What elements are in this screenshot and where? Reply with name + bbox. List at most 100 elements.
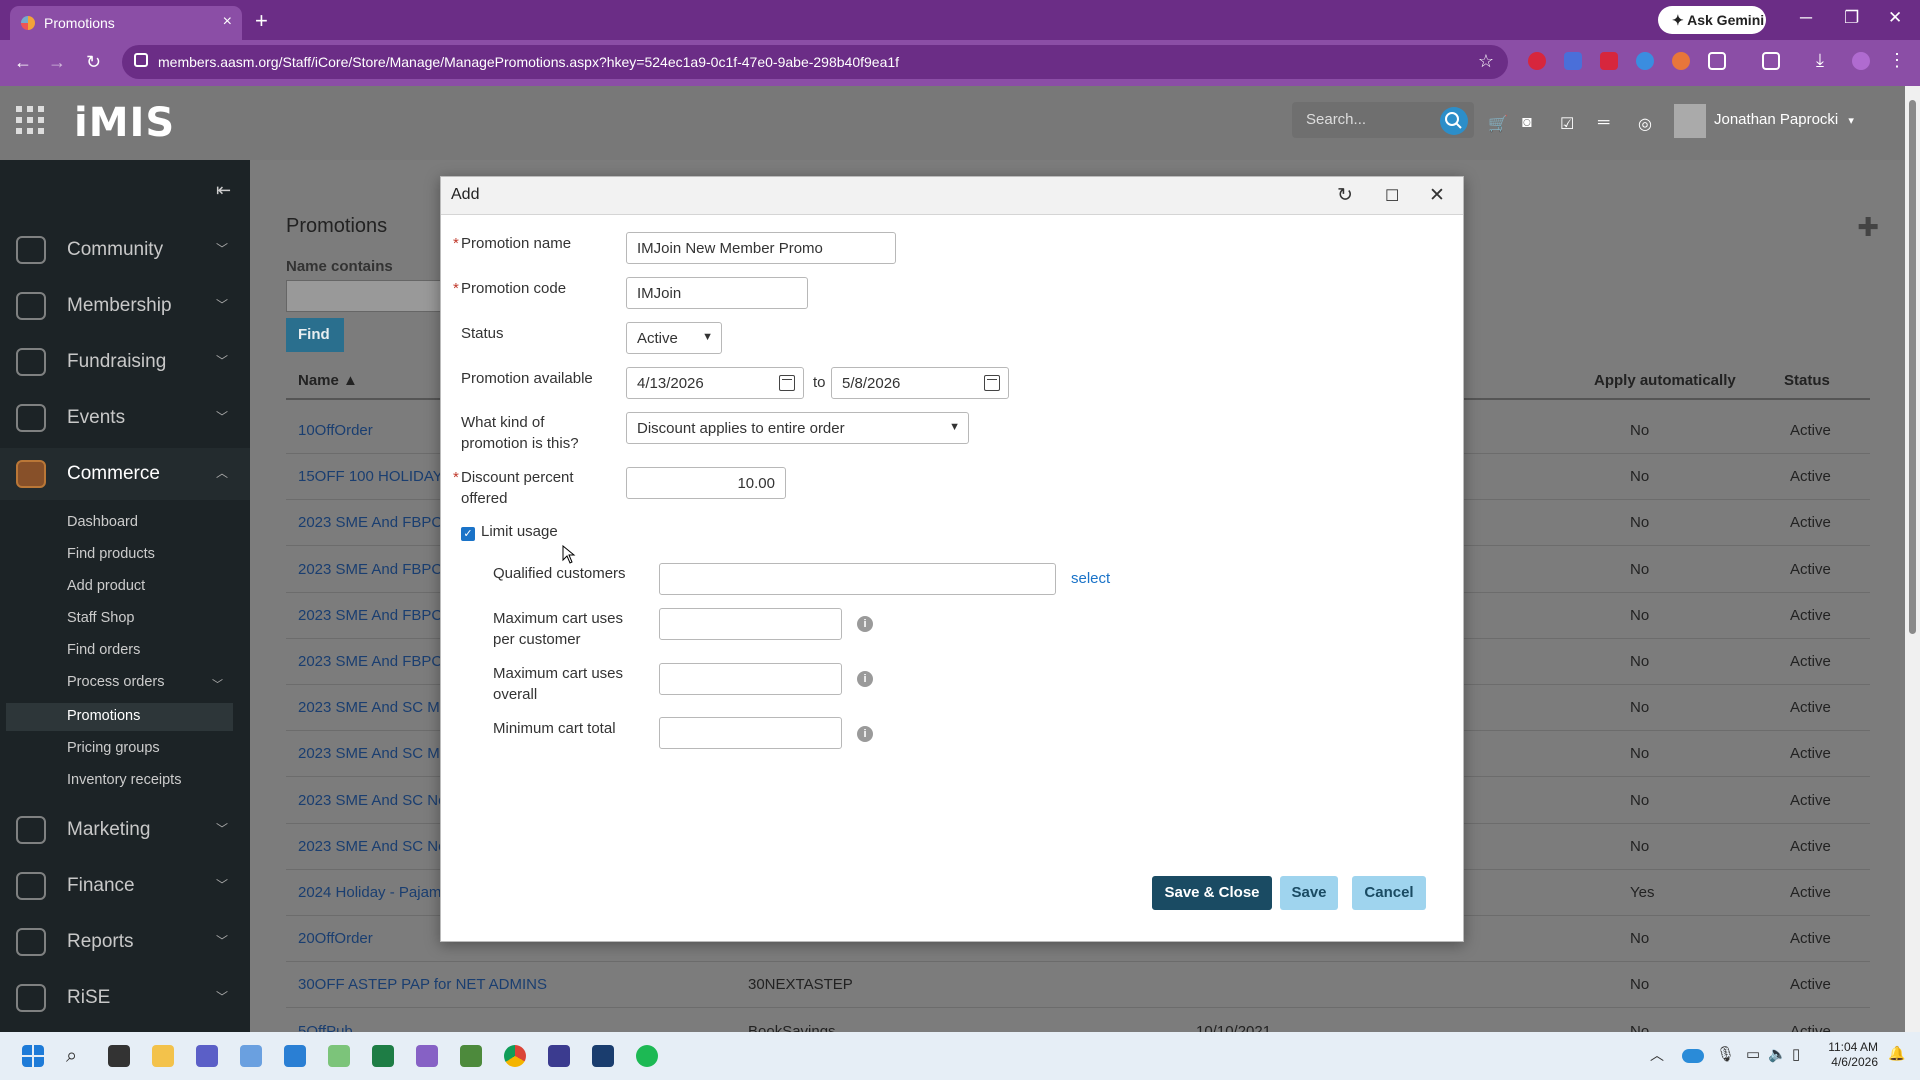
reload-icon[interactable]: ↻ — [86, 52, 101, 73]
snipping-tool-icon[interactable] — [240, 1045, 262, 1067]
min-cart-total-input[interactable] — [659, 717, 842, 749]
column-status[interactable]: Status — [1784, 372, 1830, 389]
download-icon[interactable]: ⤓ — [1816, 50, 1834, 70]
extension-icon[interactable] — [1528, 52, 1546, 70]
status-select[interactable]: Active ▼ — [626, 322, 722, 354]
promotion-name-cell[interactable]: 20OffOrder — [298, 930, 373, 947]
extension-icon[interactable] — [1600, 52, 1618, 70]
promotion-name-cell[interactable]: 10OffOrder — [298, 422, 373, 439]
save-and-close-button[interactable]: Save & Close — [1152, 876, 1272, 910]
save-button[interactable]: Save — [1280, 876, 1338, 910]
promotion-name-cell[interactable]: 2023 SME And FBPC — [298, 514, 442, 531]
outlook-icon[interactable] — [284, 1045, 306, 1067]
browser-menu-icon[interactable]: ⋮ — [1888, 50, 1906, 70]
add-promotion-icon[interactable]: ✚ — [1857, 212, 1879, 243]
sidebar-subitem-add-product[interactable]: Add product — [67, 578, 145, 594]
help-icon[interactable]: ◎ — [1638, 114, 1656, 133]
available-to-input[interactable]: 5/8/2026 — [831, 367, 1009, 399]
promotion-name-cell[interactable]: 15OFF 100 HOLIDAY — [298, 468, 443, 485]
tasks-icon[interactable]: ☑ — [1560, 114, 1578, 133]
cancel-button[interactable]: Cancel — [1352, 876, 1426, 910]
sidebar-item-finance[interactable]: Finance ﹀ — [0, 860, 250, 912]
profile-avatar[interactable] — [1852, 52, 1870, 70]
restore-icon[interactable]: ❐ — [1844, 8, 1859, 28]
refresh-icon[interactable]: ↻ — [1337, 184, 1353, 207]
windows-start-icon[interactable] — [22, 1045, 44, 1067]
promotion-name-cell[interactable]: 2023 SME And FBPC — [298, 607, 442, 624]
promotion-kind-select[interactable]: Discount applies to entire order ▼ — [626, 412, 969, 444]
sidebar-subitem-inventory-receipts[interactable]: Inventory receipts — [67, 772, 181, 788]
promotion-name-cell[interactable]: 2024 Holiday - Pajam — [298, 884, 441, 901]
notepad-icon[interactable] — [460, 1045, 482, 1067]
network-icon[interactable]: ▭ — [1746, 1045, 1768, 1067]
maximize-icon[interactable]: ☐ — [1385, 186, 1399, 206]
qualified-customers-input[interactable] — [659, 563, 1056, 595]
calendar-icon[interactable] — [779, 375, 795, 391]
extension-icon[interactable] — [1672, 52, 1690, 70]
sidebar-subitem-find-orders[interactable]: Find orders — [67, 642, 140, 658]
calendar-icon[interactable] — [984, 375, 1000, 391]
sidebar-item-commerce[interactable]: Commerce ︿ — [0, 448, 250, 500]
find-button[interactable]: Find — [286, 318, 344, 352]
promotion-name-cell[interactable]: 2023 SME And SC No — [298, 838, 446, 855]
back-icon[interactable]: ← — [14, 52, 32, 73]
sidebar-item-marketing[interactable]: Marketing ﹀ — [0, 804, 250, 856]
max-uses-overall-input[interactable] — [659, 663, 842, 695]
limit-usage-checkbox[interactable]: ✓ — [461, 527, 475, 541]
cart-icon[interactable]: 🛒 — [1488, 114, 1508, 133]
page-scrollbar[interactable] — [1905, 86, 1920, 1032]
app-grid-icon[interactable] — [16, 106, 44, 134]
user-menu[interactable]: Jonathan Paprocki ▾ — [1674, 104, 1854, 138]
app-icon[interactable] — [548, 1045, 570, 1067]
search-icon[interactable]: ⌕ — [66, 1045, 88, 1067]
sidebar-subitem-dashboard[interactable]: Dashboard — [67, 514, 138, 530]
close-icon[interactable]: ✕ — [1429, 184, 1445, 207]
promotion-name-cell[interactable]: 2023 SME And FBPC — [298, 561, 442, 578]
info-icon[interactable]: i — [857, 671, 873, 687]
sidebar-subitem-pricing-groups[interactable]: Pricing groups — [67, 740, 160, 756]
sidebar-item-fundraising[interactable]: Fundraising ﹀ — [0, 336, 250, 388]
promotion-name-cell[interactable]: 2023 SME And FBPC — [298, 653, 442, 670]
notification-icon[interactable]: 🔔 — [1888, 1045, 1910, 1067]
sidebar-subitem-staff-shop[interactable]: Staff Shop — [67, 610, 134, 626]
visual-studio-icon[interactable] — [416, 1045, 438, 1067]
extensions-puzzle-icon[interactable] — [1708, 52, 1726, 70]
promotion-name-cell[interactable]: 30OFF ASTEP PAP for NET ADMINS — [298, 976, 547, 993]
robot-icon[interactable]: ◙ — [1522, 114, 1540, 131]
promotion-code-input[interactable]: IMJoin — [626, 277, 808, 309]
close-tab-icon[interactable]: × — [223, 13, 232, 31]
sidebar-item-community[interactable]: Community ﹀ — [0, 224, 250, 276]
name-contains-input[interactable] — [286, 280, 466, 312]
system-clock[interactable]: 11:04 AM 4/6/2026 — [1822, 1040, 1878, 1070]
promotion-name-input[interactable]: IMJoin New Member Promo — [626, 232, 896, 264]
promotion-name-cell[interactable]: 2023 SME And SC Me — [298, 699, 448, 716]
microphone-icon[interactable]: 🎙 — [1716, 1045, 1738, 1067]
volume-icon[interactable]: 🔈 — [1768, 1045, 1790, 1067]
chrome-icon[interactable] — [504, 1045, 526, 1067]
site-info-icon[interactable] — [134, 53, 148, 67]
sidebar-item-events[interactable]: Events ﹀ — [0, 392, 250, 444]
collapse-sidebar-icon[interactable]: ⇤ — [216, 180, 231, 201]
column-apply-automatically[interactable]: Apply automatically — [1594, 372, 1736, 389]
battery-icon[interactable]: ▯ — [1792, 1045, 1814, 1067]
info-icon[interactable]: i — [857, 726, 873, 742]
chevron-up-icon[interactable]: ︿ — [1650, 1045, 1672, 1067]
max-uses-per-customer-input[interactable] — [659, 608, 842, 640]
sidebar-item-rise[interactable]: RiSE ﹀ — [0, 972, 250, 1024]
extension-icon[interactable] — [1564, 52, 1582, 70]
browser-tab[interactable]: Promotions × — [10, 6, 242, 40]
minimize-icon[interactable]: ─ — [1800, 8, 1812, 28]
close-window-icon[interactable]: ✕ — [1888, 8, 1902, 28]
ask-gemini-button[interactable]: ✦ Ask Gemini — [1658, 6, 1766, 34]
onedrive-icon[interactable] — [1682, 1049, 1704, 1063]
app-icon[interactable] — [592, 1045, 614, 1067]
column-name[interactable]: Name ▲ — [298, 372, 358, 389]
bookmark-star-icon[interactable]: ☆ — [1478, 51, 1494, 72]
discount-percent-input[interactable]: 10.00 — [626, 467, 786, 499]
cast-icon[interactable] — [1762, 52, 1780, 70]
file-explorer-icon[interactable] — [152, 1045, 174, 1067]
sidebar-subitem-process-orders[interactable]: Process orders — [67, 674, 165, 690]
sidebar-item-membership[interactable]: Membership ﹀ — [0, 280, 250, 332]
imis-logo[interactable]: iMIS — [74, 100, 175, 146]
select-customers-link[interactable]: select — [1071, 570, 1110, 587]
